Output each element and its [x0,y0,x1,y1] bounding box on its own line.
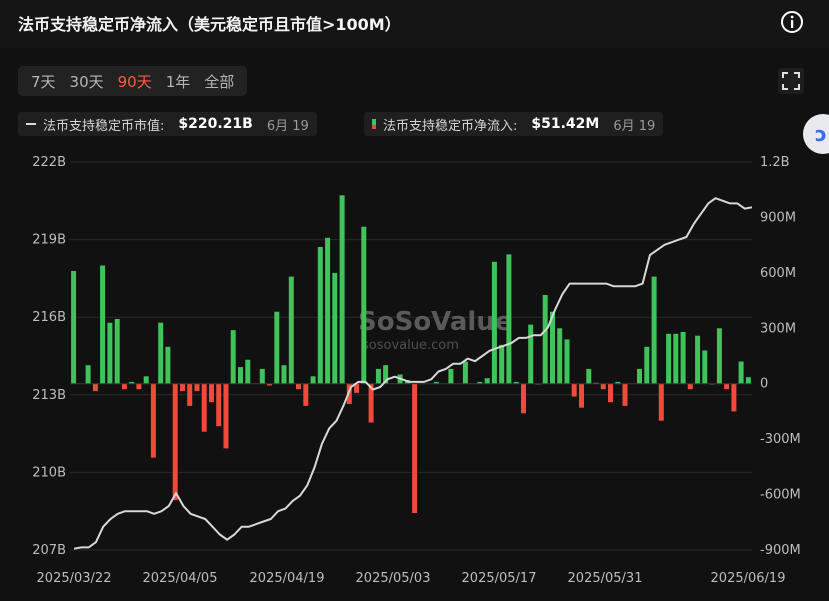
grid-lines [70,161,752,551]
bar-inflow[interactable] [259,368,265,384]
right-axis-tick: -600M [760,488,801,503]
bar-inflow[interactable] [644,346,650,384]
bar-inflow[interactable] [325,237,331,384]
bar-inflow[interactable] [216,383,222,427]
bar-inflow[interactable] [600,383,606,390]
bar-inflow[interactable] [114,319,120,384]
bar-inflow[interactable] [528,324,534,384]
bar-inflow[interactable] [303,383,309,406]
bar-inflow[interactable] [317,247,323,384]
bar-inflow[interactable] [194,383,200,392]
left-axis-tick: 219B [32,233,66,248]
watermark: SoSoValue sosovalue.com [358,307,512,353]
bar-inflow[interactable] [165,346,171,384]
bar-inflow[interactable] [310,376,316,384]
bar-inflow[interactable] [673,333,679,384]
bar-inflow[interactable] [687,383,693,390]
bar-inflow[interactable] [484,378,490,384]
chart-area: SoSoValue sosovalue.com 222B 219B 216B 213B… [32,155,801,586]
bar-inflow[interactable] [506,254,512,384]
left-axis-tick: 210B [32,465,66,480]
bar-inflow[interactable] [100,265,106,384]
bar-inflow[interactable] [716,328,722,384]
right-axis-tick: 0 [760,377,768,392]
right-axis-tick: 300M [760,321,796,336]
bar-inflow[interactable] [499,344,505,384]
bar-inflow[interactable] [622,383,628,406]
x-axis-tick: 2025/06/19 [711,571,786,586]
bar-inflow[interactable] [150,383,156,458]
bar-inflow[interactable] [107,322,113,384]
bar-inflow[interactable] [245,359,251,384]
bar-inflow[interactable] [695,335,701,384]
right-axis: 1.2B 900M 600M 300M 0 -300M -600M -900M [760,155,801,558]
x-axis-tick: 2025/03/22 [37,571,112,586]
bar-inflow[interactable] [158,322,164,384]
bar-inflow[interactable] [71,271,77,384]
bar-inflow[interactable] [448,368,454,384]
left-axis-tick: 207B [32,543,66,558]
bar-inflow[interactable] [557,328,563,384]
bar-inflow[interactable] [339,195,345,384]
bar-inflow[interactable] [180,383,185,392]
bar-inflow[interactable] [571,383,577,397]
bar-inflow[interactable] [92,383,98,392]
right-axis-tick: -300M [760,432,801,447]
left-axis: 222B 219B 216B 213B 210B 207B [32,155,66,558]
bar-inflow[interactable] [361,226,367,384]
right-axis-tick: 600M [760,266,796,281]
bar-inflow[interactable] [187,383,193,406]
x-axis: 2025/03/22 2025/04/05 2025/04/19 2025/05/03… [37,571,786,586]
bar-inflow[interactable] [724,383,730,390]
bar-inflow[interactable] [731,383,737,412]
bar-inflow[interactable] [412,383,418,513]
bar-inflow[interactable] [608,383,613,403]
bar-inflow[interactable] [172,383,178,501]
bar-inflow[interactable] [586,368,592,384]
x-axis-tick: 2025/04/05 [143,571,218,586]
bar-inflow[interactable] [637,368,642,384]
x-axis-tick: 2025/05/17 [462,571,537,586]
x-axis-tick: 2025/05/31 [568,571,643,586]
bar-inflow[interactable] [136,383,142,390]
bar-inflow[interactable] [738,361,744,384]
watermark-url: sosovalue.com [362,338,459,353]
bar-inflow[interactable] [702,350,708,384]
bar-inflow[interactable] [85,365,91,384]
left-axis-tick: 222B [32,155,66,170]
bar-inflow[interactable] [274,311,280,384]
bar-inflow[interactable] [238,367,243,384]
bar-series [70,195,752,513]
x-axis-tick: 2025/05/03 [356,571,431,586]
bar-inflow[interactable] [201,383,207,432]
bar-inflow[interactable] [564,339,570,384]
right-axis-tick: 900M [760,210,796,225]
bar-inflow[interactable] [223,383,229,449]
bar-inflow[interactable] [658,383,664,421]
watermark-brand: SoSoValue [358,307,512,337]
right-axis-tick: 1.2B [760,155,790,170]
bar-inflow[interactable] [579,383,584,408]
bar-inflow[interactable] [542,295,548,384]
bar-inflow[interactable] [651,276,657,384]
bar-inflow[interactable] [281,365,287,384]
bar-inflow[interactable] [296,383,301,390]
left-axis-tick: 213B [32,388,66,403]
bar-inflow[interactable] [121,383,127,390]
bar-inflow[interactable] [332,272,338,384]
bar-inflow[interactable] [491,261,497,384]
bar-inflow[interactable] [666,333,672,384]
bar-inflow[interactable] [375,368,381,384]
bar-inflow[interactable] [288,276,294,384]
bar-inflow[interactable] [521,383,526,414]
left-axis-tick: 216B [32,310,66,325]
bar-inflow[interactable] [143,376,149,384]
bar-inflow[interactable] [680,332,686,384]
bar-inflow[interactable] [209,383,214,403]
bar-inflow[interactable] [745,377,751,384]
right-axis-tick: -900M [760,543,801,558]
bar-inflow[interactable] [230,330,236,384]
x-axis-tick: 2025/04/19 [250,571,325,586]
bar-inflow[interactable] [462,361,468,384]
